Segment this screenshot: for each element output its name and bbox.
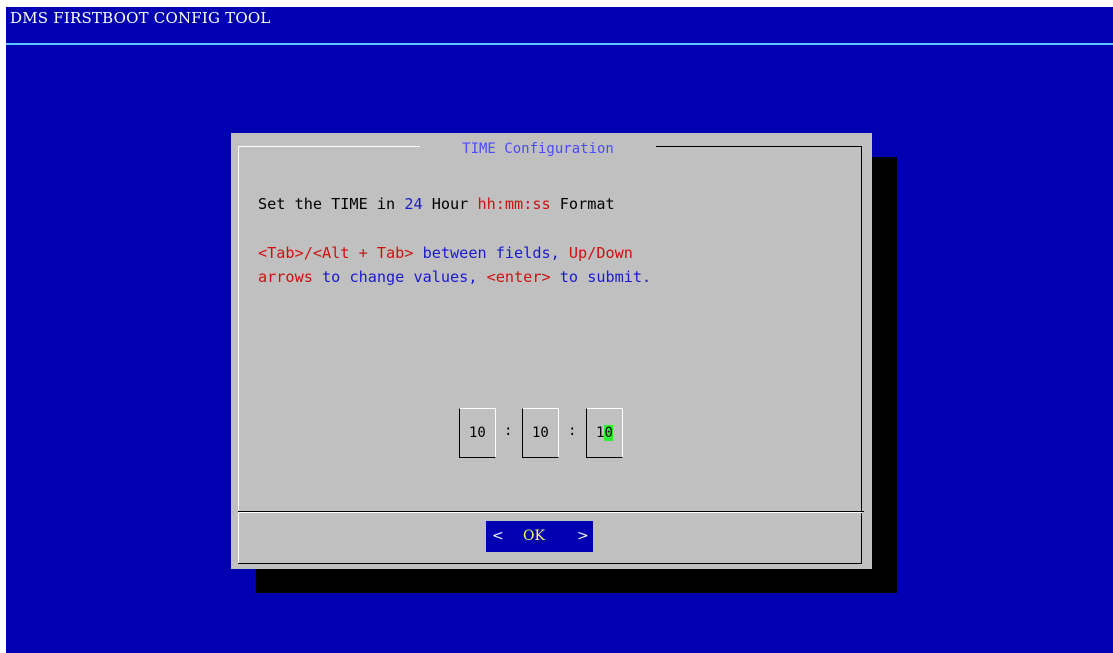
button-area-divider-light — [238, 512, 862, 513]
instruction-text: to submit. — [550, 268, 652, 286]
time-config-dialog: TIME Configuration Set the TIME in 24 Ho… — [231, 133, 872, 569]
instruction-line-3: arrows to change values, <enter> to subm… — [258, 266, 651, 288]
seconds-value: 10 — [596, 425, 613, 442]
dialog-frame-left — [238, 146, 239, 564]
instruction-highlight: arrows — [258, 268, 313, 286]
instruction-text: Format — [550, 195, 615, 213]
instruction-highlight: hh:mm:ss — [477, 195, 551, 213]
hours-field[interactable]: 10 — [459, 408, 496, 458]
ok-button-label: OK — [523, 528, 545, 544]
seconds-field[interactable]: 10 — [586, 408, 623, 458]
instruction-highlight: <Tab>/<Alt + Tab> — [258, 244, 414, 262]
instruction-line-2: <Tab>/<Alt + Tab> between fields, Up/Dow… — [258, 242, 633, 264]
instruction-text: Set the TIME in — [258, 195, 405, 213]
dialog-frame-right — [861, 146, 862, 564]
instruction-highlight: Up/Down — [568, 244, 633, 262]
text-cursor: 0 — [604, 425, 613, 441]
time-separator: : — [504, 423, 513, 439]
instruction-text: between fields, — [413, 244, 569, 262]
dialog-frame-top-right — [656, 146, 861, 147]
dialog-frame-top-left — [238, 146, 420, 147]
terminal-screen: DMS FIRSTBOOT CONFIG TOOL TIME Configura… — [6, 7, 1113, 653]
ok-button-right-bracket: > — [577, 528, 589, 544]
instruction-highlight: 24 — [404, 195, 423, 213]
hours-value: 10 — [469, 425, 486, 441]
title-divider — [6, 43, 1113, 45]
dialog-title: TIME Configuration — [462, 141, 614, 157]
ok-button[interactable]: < OK > — [486, 521, 593, 552]
app-title: DMS FIRSTBOOT CONFIG TOOL — [10, 9, 271, 27]
instruction-text: to change values, — [312, 268, 487, 286]
ok-button-left-bracket: < — [492, 528, 504, 544]
instruction-line-1: Set the TIME in 24 Hour hh:mm:ss Format — [258, 193, 615, 215]
minutes-field[interactable]: 10 — [522, 408, 559, 458]
minutes-value: 10 — [532, 425, 549, 441]
instruction-highlight: <enter> — [486, 268, 551, 286]
time-separator: : — [568, 423, 577, 439]
button-area-divider-cap — [861, 511, 864, 512]
dialog-frame-bottom — [238, 563, 862, 564]
instruction-text: Hour — [422, 195, 478, 213]
